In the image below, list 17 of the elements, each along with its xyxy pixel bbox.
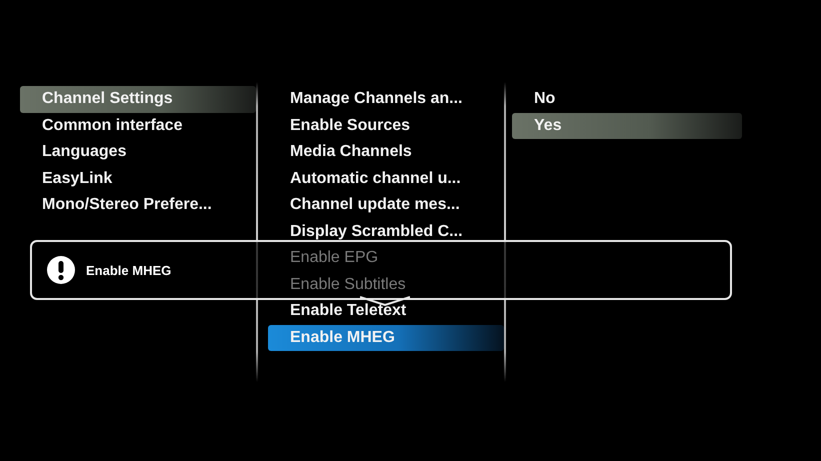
menu-item[interactable]: Yes — [512, 112, 742, 139]
menu-item[interactable]: Mono/Stereo Prefere... — [20, 192, 256, 218]
menu-item[interactable]: No — [512, 86, 742, 112]
menu-item[interactable]: Display Scrambled C... — [268, 218, 504, 245]
popup-text: Enable MHEG — [86, 262, 172, 278]
menu-item[interactable]: Common interface — [20, 112, 256, 139]
menu-item[interactable]: EasyLink — [20, 166, 256, 192]
menu-item[interactable]: Manage Channels an... — [268, 86, 504, 112]
menu-item[interactable]: Enable Teletext — [268, 298, 504, 324]
menu-item[interactable]: Languages — [20, 139, 256, 166]
menu-item[interactable]: Channel Settings — [20, 86, 256, 112]
menu-item[interactable]: Channel update mes... — [268, 192, 504, 218]
menu-item[interactable]: Enable Sources — [268, 112, 504, 139]
exclamation-icon — [46, 255, 76, 285]
menu-item[interactable]: Media Channels — [268, 139, 504, 166]
menu-item[interactable]: Automatic channel u... — [268, 166, 504, 192]
menu-item[interactable]: Enable MHEG — [268, 324, 504, 351]
